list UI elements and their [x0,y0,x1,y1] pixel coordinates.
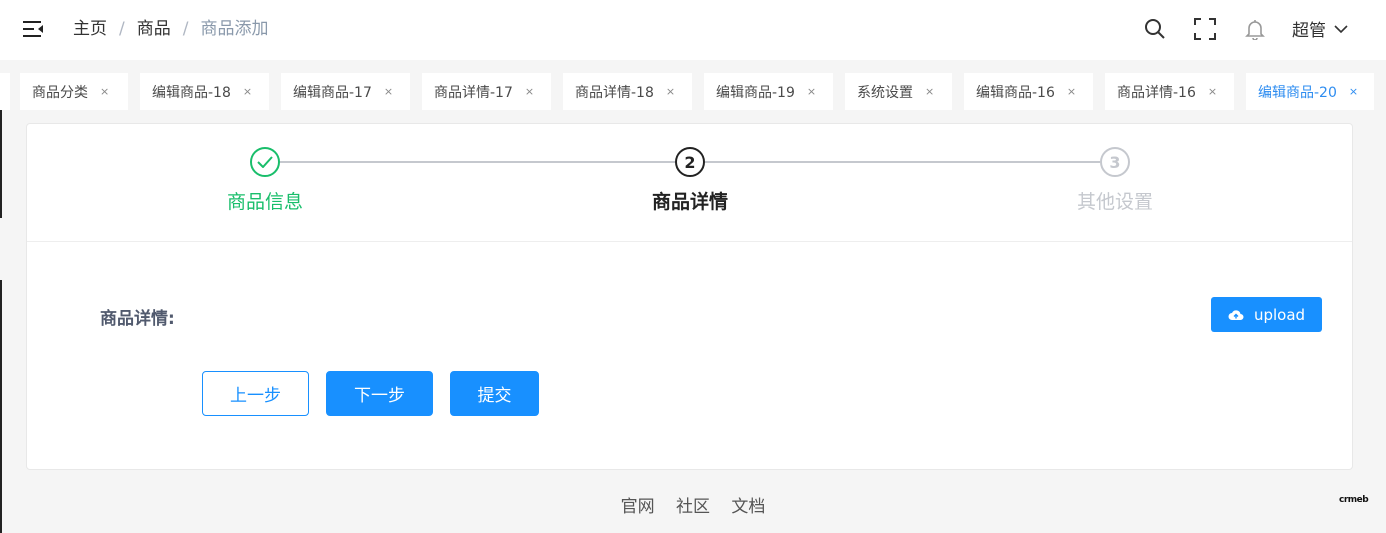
tab-label: 编辑商品-16 [976,84,1055,101]
next-step-button[interactable]: 下一步 [326,371,433,416]
step-1-check-icon [250,147,280,177]
tab-item[interactable]: 编辑商品-18 × [140,73,269,110]
footer-link-official[interactable]: 官网 [621,497,655,517]
detail-field-label: 商品详情: [100,309,175,329]
breadcrumb: 主页 / 商品 / 商品添加 [73,17,268,41]
close-icon[interactable]: × [925,86,934,97]
step-2-circle: 2 [675,147,705,177]
breadcrumb-product[interactable]: 商品 [137,17,171,41]
tab-label: 编辑商品-18 [152,84,231,101]
close-icon[interactable]: × [666,86,675,97]
upload-button[interactable]: upload [1211,297,1322,332]
tab-label: 编辑商品-20 [1258,84,1337,101]
step-2-number: 2 [684,152,696,172]
close-icon[interactable]: × [1208,86,1217,97]
footer-link-docs[interactable]: 文档 [731,497,765,517]
close-icon[interactable]: × [525,86,534,97]
tab-item-active[interactable]: 编辑商品-20 × [1246,73,1374,110]
fullscreen-icon[interactable] [1193,17,1217,41]
step-connector [705,161,1100,163]
step-3-circle: 3 [1100,147,1130,177]
chevron-down-icon [1334,24,1348,33]
step-3-title: 其他设置 [1076,191,1153,213]
step-2-title: 商品详情 [651,191,728,213]
crmeb-logo: crmeb [1339,495,1369,505]
tab-item[interactable]: 系统设置 × [845,73,952,110]
tab-item[interactable]: 商品详情-18 × [563,73,692,110]
tab-item[interactable]: 商品详情-17 × [422,73,551,110]
close-icon[interactable]: × [243,86,252,97]
top-header: 主页 / 商品 / 商品添加 超管 [0,0,1386,60]
tab-label: 编辑商品-19 [716,84,795,101]
close-icon[interactable]: × [1067,86,1076,97]
tab-label: 商品分类 [32,84,88,101]
close-icon[interactable]: × [384,86,393,97]
step-1-title: 商品信息 [226,191,303,213]
menu-toggle-icon[interactable] [22,18,44,40]
close-icon[interactable]: × [807,86,816,97]
submit-button[interactable]: 提交 [450,371,539,416]
close-icon[interactable]: × [100,86,109,97]
search-icon[interactable] [1143,17,1167,41]
left-edge-divider [0,110,2,218]
footer-link-community[interactable]: 社区 [676,497,710,517]
tab-label: 商品详情-17 [434,84,513,101]
breadcrumb-separator: / [182,19,189,39]
tab-item[interactable]: 商品分类 × [20,73,128,110]
user-name: 超管 [1292,21,1326,41]
tab-item[interactable]: 商品详情-16 × [1105,73,1234,110]
tab-label: 系统设置 [857,84,913,101]
step-connector [280,161,675,163]
bell-icon[interactable] [1243,17,1267,41]
footer: 官网 社区 文档 [0,492,1386,517]
breadcrumb-current: 商品添加 [200,19,269,39]
steps-bar: 2 3 商品信息 商品详情 其他设置 [27,124,1352,242]
breadcrumb-home[interactable]: 主页 [73,17,107,41]
tab-label: 商品详情-16 [1117,84,1196,101]
tab-overflow-edge [0,73,10,110]
user-menu[interactable]: 超管 [1292,16,1348,41]
breadcrumb-separator: / [119,19,125,39]
step-3-number: 3 [1109,152,1121,172]
tab-label: 编辑商品-17 [293,84,372,101]
tab-item[interactable]: 编辑商品-19 × [704,73,833,110]
tab-item[interactable]: 编辑商品-17 × [281,73,410,110]
upload-label: upload [1253,305,1306,324]
tab-item[interactable]: 编辑商品-16 × [964,73,1093,110]
cloud-upload-icon [1228,309,1244,320]
prev-step-button[interactable]: 上一步 [202,371,309,416]
product-form-card: 2 3 商品信息 商品详情 其他设置 商品详情: upload 上一步 下一步 … [26,123,1353,470]
close-icon[interactable]: × [1349,86,1358,97]
tab-label: 商品详情-18 [575,84,654,101]
